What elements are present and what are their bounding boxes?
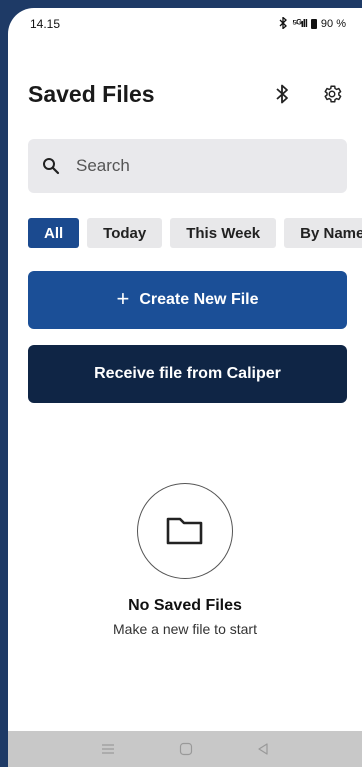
settings-button[interactable] <box>320 82 344 106</box>
plus-icon: + <box>116 286 130 311</box>
search-input[interactable] <box>74 155 318 177</box>
search-icon <box>43 158 60 175</box>
battery-icon <box>310 19 317 29</box>
status-time: 14.15 <box>30 17 61 31</box>
empty-state-subtitle: Make a new file to start <box>113 621 257 637</box>
create-new-file-button[interactable]: + Create New File <box>28 271 347 329</box>
recent-apps-icon[interactable] <box>101 743 115 755</box>
gear-icon <box>324 85 342 103</box>
signal-icon: ⁵ᴳıll <box>292 18 308 30</box>
receive-from-caliper-label: Receive file from Caliper <box>94 365 281 382</box>
system-nav-bar <box>8 731 362 767</box>
filter-today-chip[interactable]: Today <box>87 218 163 248</box>
bluetooth-status-icon <box>278 15 288 32</box>
header: Saved Files <box>28 78 348 110</box>
home-icon[interactable] <box>179 742 193 756</box>
receive-from-caliper-button[interactable]: Receive file from Caliper <box>28 345 347 403</box>
network-type: ⁵ᴳ <box>292 18 302 30</box>
filter-by-name-chip[interactable]: By Name <box>284 218 362 248</box>
back-icon[interactable] <box>257 742 269 756</box>
bluetooth-button[interactable] <box>270 82 294 106</box>
empty-state-title: No Saved Files <box>128 597 242 614</box>
bluetooth-icon <box>276 84 288 104</box>
folder-icon <box>166 517 203 545</box>
empty-state-circle <box>137 483 233 579</box>
empty-state: No Saved Files Make a new file to start <box>8 483 362 637</box>
filter-chips: All Today This Week By Name <box>28 218 362 248</box>
app-screen: 14.15 ⁵ᴳıll 90 % Saved Files Search All … <box>8 8 362 767</box>
status-icons: ⁵ᴳıll 90 % <box>278 15 346 32</box>
search-bar[interactable] <box>28 139 347 193</box>
page-title: Saved Files <box>28 80 155 107</box>
header-actions <box>270 82 348 106</box>
status-bar: 14.15 ⁵ᴳıll 90 % <box>8 8 362 40</box>
filter-all-chip[interactable]: All <box>28 218 80 248</box>
filter-this-week-chip[interactable]: This Week <box>170 218 277 248</box>
create-new-file-label: Create New File <box>139 291 259 308</box>
battery-percent: 90 % <box>320 18 346 30</box>
